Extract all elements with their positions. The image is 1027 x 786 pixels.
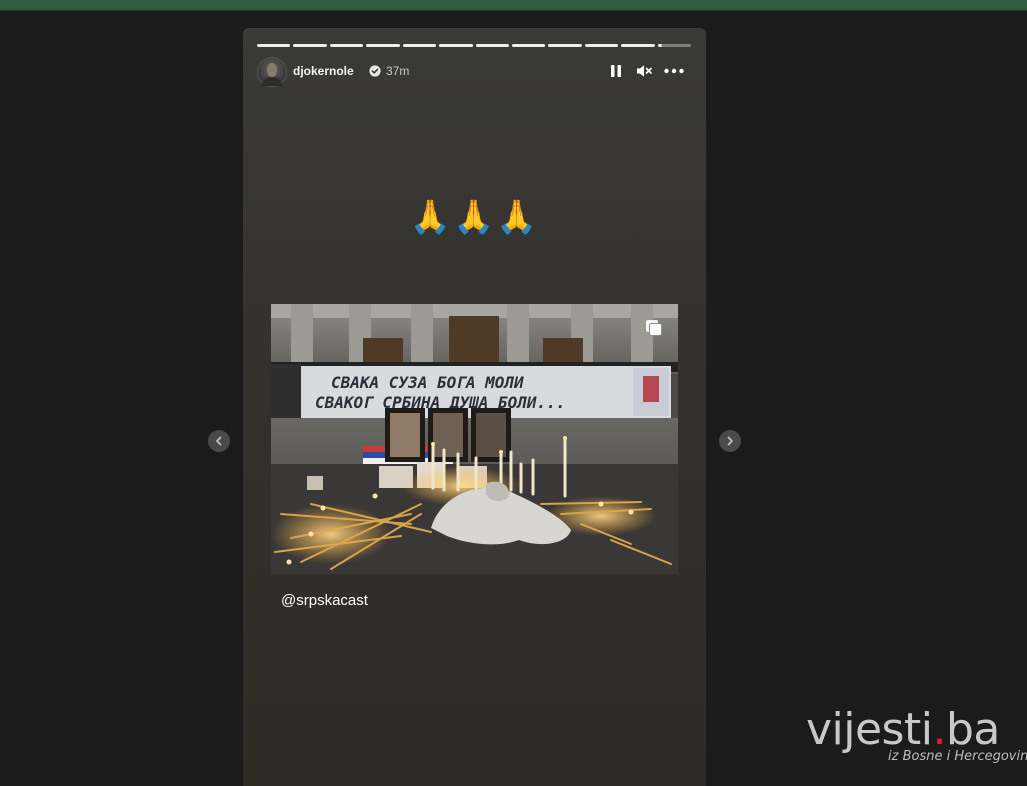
story-viewer[interactable]: djokernole 37m 🙏🙏🙏 СВАКА СУЗА БОГА МОЛИ … <box>243 28 706 786</box>
browser-top-strip <box>0 0 1027 11</box>
progress-segment <box>293 44 327 47</box>
chevron-left-icon <box>216 436 222 446</box>
watermark: vijesti.ba iz Bosne i Hercegovine <box>806 704 1027 765</box>
progress-segment <box>475 44 509 47</box>
story-progress-bar <box>257 44 692 47</box>
chevron-right-icon <box>727 436 733 446</box>
banner-text-line1: СВАКА СУЗА БОГА МОЛИ <box>331 373 524 392</box>
speaker-muted-icon <box>637 65 652 77</box>
progress-segment <box>621 44 655 47</box>
progress-segment <box>511 44 546 47</box>
more-horizontal-icon <box>664 68 684 74</box>
memorial-photo: СВАКА СУЗА БОГА МОЛИ СВАКОГ СРБИНА ДУША … <box>271 304 678 574</box>
mute-button[interactable] <box>634 61 654 81</box>
story-header: djokernole 37m <box>257 57 691 87</box>
previous-story-button[interactable] <box>208 430 230 452</box>
progress-segment <box>329 44 364 47</box>
mention-link[interactable]: @srpskacast <box>281 592 368 609</box>
story-emoji-text: 🙏🙏🙏 <box>409 198 540 235</box>
more-options-button[interactable] <box>663 61 684 81</box>
watermark-tagline: iz Bosne i Hercegovine <box>888 749 1027 764</box>
progress-segment <box>548 44 582 47</box>
carousel-icon <box>646 320 662 336</box>
watermark-logo: vijesti.ba <box>806 704 1000 755</box>
verified-badge-icon <box>369 65 381 77</box>
pause-button[interactable] <box>606 61 626 81</box>
shared-post-image[interactable]: СВАКА СУЗА БОГА МОЛИ СВАКОГ СРБИНА ДУША … <box>271 304 678 574</box>
progress-segment <box>257 44 291 47</box>
username-link[interactable]: djokernole <box>293 64 354 78</box>
avatar[interactable] <box>257 57 287 87</box>
next-story-button[interactable] <box>719 430 741 452</box>
progress-segment <box>402 44 437 47</box>
progress-segment <box>366 44 400 47</box>
progress-segment <box>584 44 619 47</box>
pause-icon <box>611 65 621 77</box>
progress-segment-current <box>657 44 692 47</box>
post-time: 37m <box>386 64 410 78</box>
progress-segment <box>439 44 473 47</box>
